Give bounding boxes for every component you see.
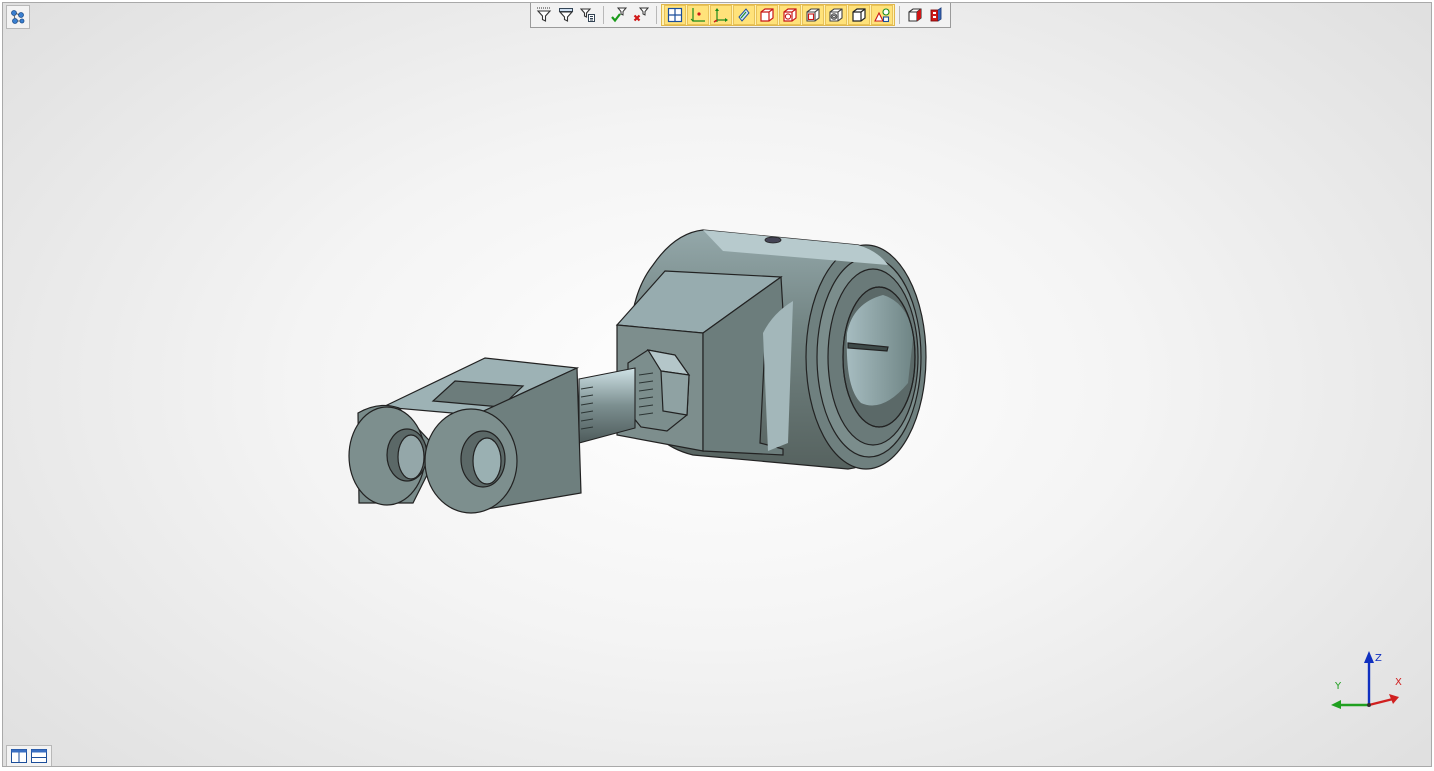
layout-panel <box>6 745 52 767</box>
3d-model-assembly[interactable] <box>3 3 1432 767</box>
layout-vertical-icon <box>11 748 27 763</box>
layout-horizontal-button[interactable] <box>31 748 47 767</box>
3d-viewport[interactable]: Z Y X <box>2 2 1432 767</box>
triad-y-label: Y <box>1334 681 1342 692</box>
triad-x-label: X <box>1395 677 1402 688</box>
layout-horizontal-icon <box>31 748 47 763</box>
axis-triad: Z Y X <box>1331 651 1402 709</box>
layout-vertical-button[interactable] <box>11 748 27 767</box>
hex-nut[interactable] <box>627 349 691 432</box>
clevis-bracket[interactable] <box>348 357 582 514</box>
triad-z-label: Z <box>1375 653 1382 664</box>
